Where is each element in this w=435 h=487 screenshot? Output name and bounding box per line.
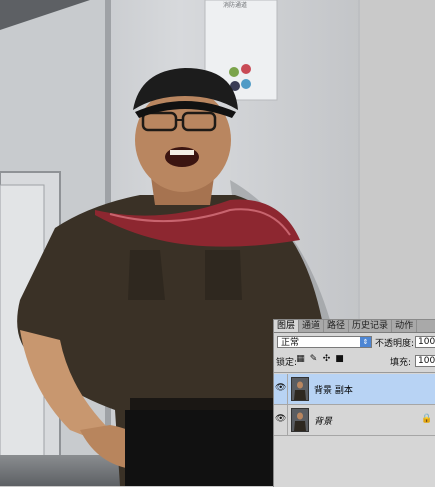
eye-icon[interactable]: 👁 [275, 384, 286, 393]
lock-label: 锁定: [276, 357, 298, 368]
tab-actions[interactable]: 动作 [392, 320, 418, 332]
fill-label: 填充: [390, 357, 412, 368]
blend-opacity-row: 正常 ⇕ 不透明度: 100% [274, 334, 435, 350]
poster-text: 消防通道 [223, 1, 247, 9]
fill-input[interactable]: 100% [415, 355, 435, 367]
tab-layers[interactable]: 图层 [274, 320, 300, 332]
opacity-label: 不透明度: [375, 338, 415, 349]
layers-panel: 图层 通道 路径 历史记录 动作 正常 ⇕ 不透明度: 100% 锁定: ▦ ✎… [273, 319, 435, 487]
checkerboard-icon[interactable]: ▦ [296, 355, 305, 364]
brush-icon[interactable]: ✎ [309, 355, 318, 364]
divider [287, 374, 288, 404]
divider [274, 372, 435, 373]
layer-row-background-copy[interactable]: 👁 背景 副本 [274, 374, 435, 405]
layer-thumbnail [291, 408, 309, 432]
tab-history[interactable]: 历史记录 [349, 320, 393, 332]
lock-icon: 🔒 [421, 414, 433, 424]
tab-channels[interactable]: 通道 [299, 320, 325, 332]
move-icon[interactable]: ✣ [322, 355, 331, 364]
layer-name[interactable]: 背景 [314, 414, 332, 427]
opacity-input[interactable]: 100% [415, 336, 435, 348]
lock-buttons: ▦ ✎ ✣ ■ [296, 355, 344, 364]
blend-mode-value: 正常 [281, 338, 300, 348]
lock-fill-row: 锁定: ▦ ✎ ✣ ■ 填充: 100% [274, 353, 435, 369]
blend-mode-select[interactable]: 正常 ⇕ [277, 336, 372, 348]
divider [287, 405, 288, 435]
layer-row-background[interactable]: 👁 背景 🔒 [274, 405, 435, 436]
tab-paths[interactable]: 路径 [324, 320, 350, 332]
dropdown-arrow-icon[interactable]: ⇕ [360, 337, 371, 347]
lock-icon[interactable]: ■ [335, 355, 344, 364]
layer-name[interactable]: 背景 副本 [314, 383, 353, 396]
layer-thumbnail [291, 377, 309, 401]
panel-tabs: 图层 通道 路径 历史记录 动作 [274, 320, 435, 333]
eye-icon[interactable]: 👁 [275, 415, 286, 424]
